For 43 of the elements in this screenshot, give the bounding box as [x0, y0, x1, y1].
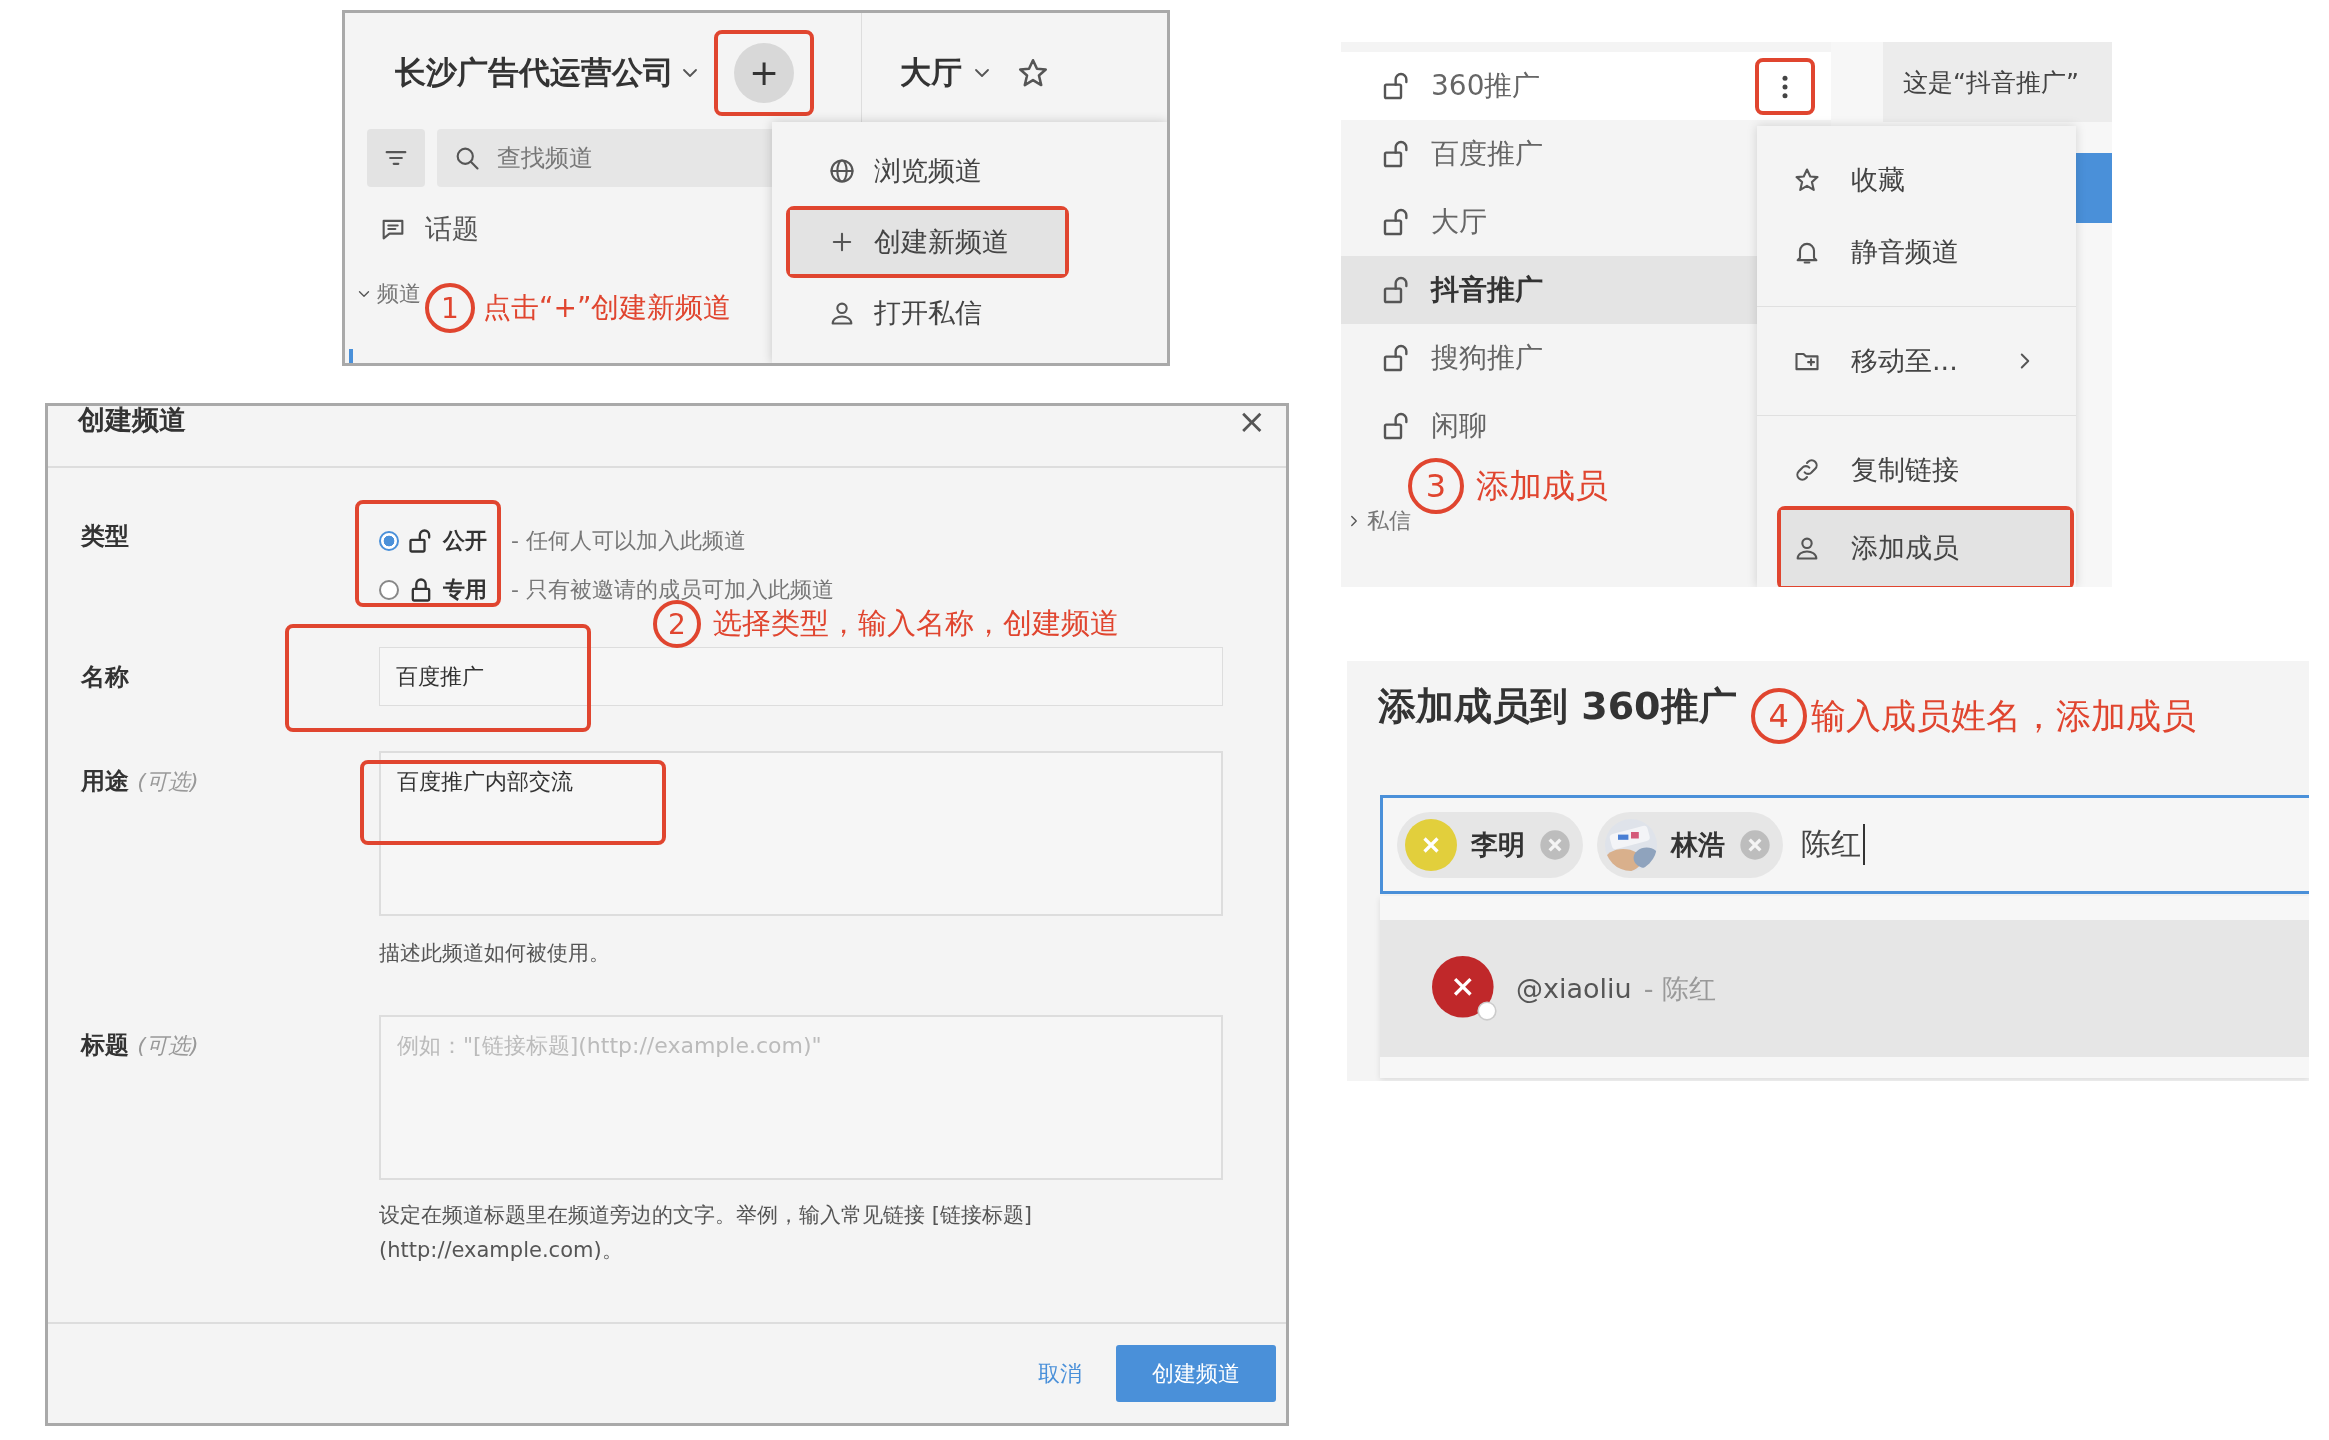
purpose-field[interactable]: 百度推广内部交流 — [379, 751, 1223, 916]
member-chip: 林浩 — [1597, 811, 1783, 878]
step-number: 2 — [653, 600, 701, 648]
section-label: 私信 — [1367, 507, 1411, 535]
team-name: 长沙广告代运营公司 — [395, 53, 674, 92]
annotation-text: 点击“+”创建新频道 — [483, 290, 732, 326]
field-label: 用途 (可选) — [81, 766, 200, 797]
section-label: 频道 — [377, 280, 421, 308]
help-text: 设定在频道标题里在频道旁边的文字。举例，输入常见链接 [链接标题](http://example.com)。 — [379, 1202, 1034, 1264]
step-number: 4 — [1750, 688, 1807, 744]
channel-title: 大厅 — [900, 53, 962, 92]
header-field[interactable]: 例如："[链接标题](http://example.com)" — [379, 1015, 1223, 1180]
channel-item[interactable]: 360推广 — [1341, 52, 1831, 120]
annotation-text: 选择类型，输入名称，创建频道 — [713, 605, 1119, 642]
option-description: - 任何人可以加入此频道 — [511, 526, 746, 555]
link-icon — [1793, 456, 1821, 484]
name-field[interactable]: 百度推广 — [379, 647, 1223, 706]
star-icon — [1793, 166, 1821, 194]
add-button[interactable]: + — [734, 43, 794, 103]
annotation-text: 添加成员 — [1476, 464, 1608, 507]
channel-header: 这是“抖音推广” — [1883, 42, 2112, 122]
annotation-text: 输入成员姓名，添加成员 — [1810, 694, 2196, 738]
menu-item[interactable]: 打开私信 — [772, 278, 1167, 348]
dialog-title: 添加成员到 360推广 — [1378, 682, 1737, 730]
radio-button[interactable] — [379, 530, 399, 551]
dialog-title: 创建频道 — [78, 406, 186, 437]
help-text: 描述此频道如何被使用。 — [379, 940, 611, 967]
step-number: 1 — [425, 283, 475, 333]
globe-icon — [828, 157, 856, 185]
field-label: 标题 (可选) — [81, 1030, 200, 1061]
radio-button[interactable] — [379, 579, 399, 600]
field-label: 名称 — [81, 661, 130, 693]
menu-item[interactable]: 创建新频道 — [790, 210, 1065, 274]
option-label: 专用 — [443, 575, 487, 604]
member-chip: 李明 — [1397, 811, 1583, 878]
field-label: 类型 — [81, 521, 130, 552]
filter-button[interactable] — [367, 129, 425, 187]
input-text: 陈红 — [1801, 824, 1865, 865]
step-number: 3 — [1408, 458, 1464, 514]
menu-item[interactable]: 添加成员 — [1781, 510, 2070, 586]
close-button[interactable]: × — [1237, 406, 1266, 436]
suggestion-item[interactable]: @xiaoliu - 陈红 — [1380, 920, 2309, 1057]
option-label: 公开 — [443, 526, 487, 555]
